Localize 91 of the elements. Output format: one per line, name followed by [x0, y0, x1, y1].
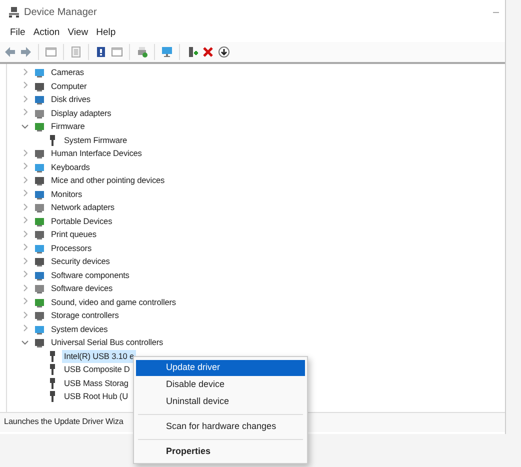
- device-icon: [34, 94, 45, 106]
- expand-chevron-icon[interactable]: [21, 148, 29, 157]
- status-text: Launches the Update Driver Wiza: [4, 416, 124, 428]
- expand-chevron-icon[interactable]: [21, 81, 29, 90]
- tree-item[interactable]: Universal Serial Bus controllers: [49, 336, 166, 350]
- document-icon[interactable]: [70, 46, 82, 58]
- device-icon: [34, 283, 45, 294]
- expand-chevron-icon[interactable]: [21, 284, 29, 292]
- tree-item[interactable]: Display adapters: [49, 106, 114, 120]
- forward-arrow-icon[interactable]: [20, 46, 32, 58]
- collapse-chevron-icon[interactable]: [21, 122, 29, 130]
- tree-item[interactable]: USB Mass Storag: [62, 376, 130, 390]
- tree-item[interactable]: System devices: [49, 322, 110, 336]
- menu-item[interactable]: Update driver: [136, 360, 305, 376]
- tree-item[interactable]: Security devices: [49, 255, 112, 268]
- expand-chevron-icon[interactable]: [21, 176, 29, 184]
- tree-item[interactable]: Storage controllers: [49, 309, 121, 322]
- expand-chevron-icon[interactable]: [21, 270, 29, 278]
- tree-item[interactable]: USB Root Hub (U: [62, 390, 130, 404]
- tree-item[interactable]: Processors: [49, 242, 94, 255]
- device-icon: [34, 202, 45, 214]
- device-icon: [34, 175, 45, 186]
- usb-plug-icon: [47, 391, 58, 402]
- tree-item[interactable]: Computer: [49, 80, 89, 93]
- device-icon: [34, 242, 45, 254]
- menu-item[interactable]: File: [6, 26, 30, 40]
- back-arrow-icon[interactable]: [4, 46, 16, 58]
- expand-chevron-icon[interactable]: [21, 202, 29, 211]
- menu-item[interactable]: View: [64, 26, 92, 40]
- tree-item[interactable]: Mice and other pointing devices: [49, 174, 167, 188]
- device-icon: [34, 121, 45, 132]
- computer-icon: [8, 6, 20, 18]
- device-icon: [34, 162, 45, 173]
- usb-plug-icon: [47, 364, 58, 376]
- expand-chevron-icon[interactable]: [21, 256, 29, 265]
- collapse-chevron-icon[interactable]: [21, 338, 29, 346]
- printer-icon[interactable]: [136, 46, 148, 58]
- expand-chevron-icon[interactable]: [21, 230, 29, 238]
- tree-item[interactable]: System Firmware: [62, 134, 130, 147]
- tree-item[interactable]: Cameras: [49, 66, 86, 80]
- usb-plug-icon: [47, 350, 58, 362]
- expand-chevron-icon[interactable]: [21, 243, 29, 252]
- tree-item[interactable]: Human Interface Devices: [49, 147, 144, 160]
- window-title: Device Manager: [24, 6, 97, 20]
- download-icon[interactable]: [218, 46, 230, 58]
- expand-chevron-icon[interactable]: [21, 324, 29, 332]
- window-icon[interactable]: [45, 46, 57, 58]
- expand-chevron-icon[interactable]: [21, 297, 29, 306]
- tree-item[interactable]: Monitors: [49, 188, 84, 201]
- expand-chevron-icon[interactable]: [21, 162, 29, 170]
- device-icon: [34, 148, 45, 160]
- tree-item[interactable]: USB Composite D: [62, 363, 132, 376]
- tree-item[interactable]: Software devices: [49, 282, 115, 296]
- device-icon: [34, 108, 45, 119]
- tree-item[interactable]: Sound, video and game controllers: [49, 296, 178, 309]
- device-icon: [34, 270, 45, 281]
- device-icon: [34, 216, 45, 227]
- close-icon[interactable]: [202, 46, 214, 58]
- tree-item[interactable]: Disk drives: [49, 93, 92, 106]
- tree-item[interactable]: Portable Devices: [49, 214, 114, 228]
- menu-item[interactable]: Action: [29, 26, 64, 40]
- device-icon: [34, 310, 45, 322]
- tree-item[interactable]: Keyboards: [49, 160, 92, 174]
- usb-plug-icon: [47, 134, 58, 146]
- device-icon: [34, 337, 45, 348]
- tree-item[interactable]: Network adapters: [49, 201, 116, 214]
- device-icon: [34, 80, 45, 92]
- expand-chevron-icon[interactable]: [21, 310, 29, 319]
- tree-item[interactable]: Firmware: [49, 120, 87, 134]
- device-icon: [34, 188, 45, 200]
- expand-chevron-icon[interactable]: [21, 68, 29, 76]
- menu-item[interactable]: Help: [92, 26, 120, 40]
- device-add-icon[interactable]: [186, 46, 198, 58]
- menu-item[interactable]: Uninstall device: [136, 394, 305, 410]
- menu-item[interactable]: Disable device: [136, 377, 305, 393]
- device-icon: [34, 229, 45, 240]
- device-icon: [34, 324, 45, 335]
- expand-chevron-icon[interactable]: [21, 94, 29, 103]
- expand-chevron-icon[interactable]: [21, 108, 29, 116]
- device-icon: [34, 256, 45, 268]
- menu-item[interactable]: Properties: [136, 444, 305, 460]
- monitor-icon[interactable]: [161, 46, 173, 58]
- tree-item[interactable]: Print queues: [49, 228, 98, 242]
- menu-item[interactable]: Scan for hardware changes: [136, 419, 305, 435]
- usb-plug-icon: [47, 378, 58, 389]
- window-icon[interactable]: [111, 46, 123, 58]
- device-icon: [34, 296, 45, 308]
- expand-chevron-icon[interactable]: [21, 189, 29, 198]
- device-icon: [34, 67, 45, 78]
- tree-item[interactable]: Software components: [49, 268, 132, 282]
- expand-chevron-icon[interactable]: [21, 216, 29, 224]
